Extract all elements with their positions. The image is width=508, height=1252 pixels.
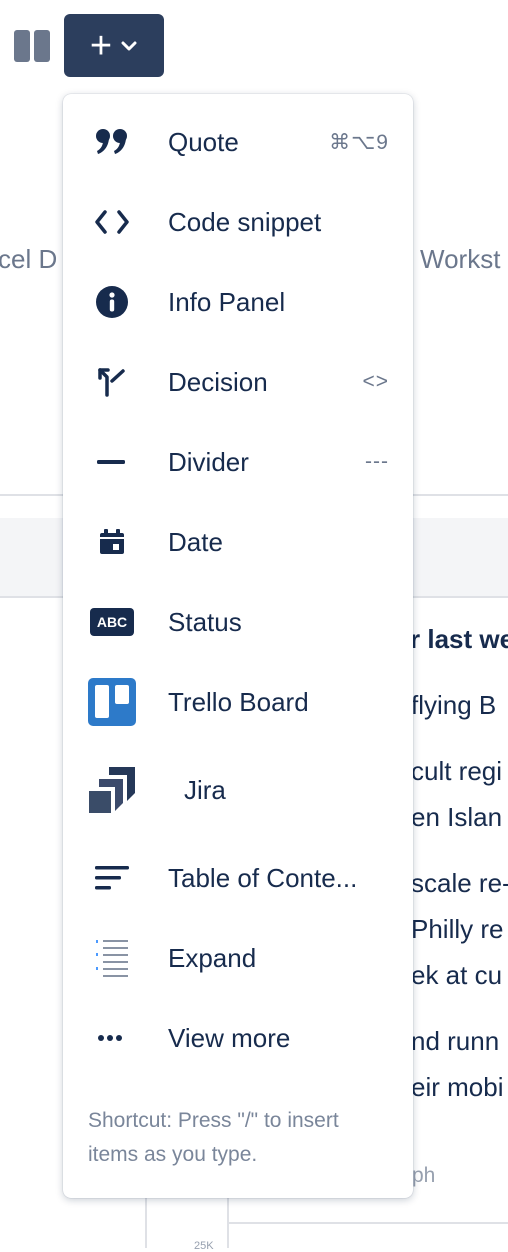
column-line: [145, 1196, 147, 1248]
menu-item-label: Table of Conte...: [168, 862, 358, 893]
background-text: flying B: [411, 690, 497, 720]
keyboard-shortcut: ---: [365, 450, 389, 473]
menu-item-date[interactable]: Date: [63, 502, 413, 582]
background-text: cult regi: [411, 756, 503, 786]
insert-menu: Quote ⌘⌥9 Code snippet Info Panel Decisi…: [63, 94, 413, 1198]
status-badge: ABC: [90, 608, 134, 636]
background-text: Philly re: [411, 914, 504, 944]
menu-item-label: Quote: [168, 126, 239, 157]
menu-item-label: Decision: [168, 366, 268, 397]
menu-item-label: Info Panel: [168, 286, 286, 317]
menu-item-label: View more: [168, 1022, 291, 1053]
menu-item-code-snippet[interactable]: Code snippet: [63, 182, 413, 262]
expand-icon: [87, 933, 137, 983]
more-icon: [87, 1013, 137, 1063]
menu-shortcut-hint: Shortcut: Press "/" to insert items as y…: [88, 1109, 339, 1166]
layout-columns-icon: [34, 30, 50, 62]
table-of-contents-icon: [87, 853, 137, 903]
menu-item-table-of-contents[interactable]: Table of Conte...: [63, 838, 413, 918]
keyboard-shortcut: ⌘⌥9: [329, 130, 389, 154]
background-text: en Islan: [411, 802, 503, 832]
background-text: r last we: [410, 624, 508, 654]
background-heading-left: cel D: [0, 244, 58, 274]
menu-item-status[interactable]: ABC Status: [63, 582, 413, 662]
menu-item-label: Trello Board: [168, 686, 309, 717]
menu-item-view-more[interactable]: View more: [63, 998, 413, 1078]
layout-columns-button[interactable]: [14, 30, 50, 62]
menu-item-expand[interactable]: Expand: [63, 918, 413, 998]
quote-icon: [87, 117, 137, 167]
menu-item-label: Expand: [168, 942, 257, 973]
menu-item-label: Date: [168, 526, 223, 557]
menu-item-jira[interactable]: Jira: [63, 748, 413, 832]
menu-item-divider[interactable]: Divider ---: [63, 422, 413, 502]
menu-item-info-panel[interactable]: Info Panel: [63, 262, 413, 342]
menu-item-label: Status: [168, 606, 242, 637]
insert-button[interactable]: +: [64, 14, 164, 77]
menu-item-quote[interactable]: Quote ⌘⌥9: [63, 102, 413, 182]
code-icon: [87, 197, 137, 247]
decision-icon: [87, 357, 137, 407]
background-heading-right: Workst: [420, 244, 501, 274]
plus-icon: +: [89, 24, 113, 67]
background-text: ph: [412, 1164, 436, 1187]
menu-item-label: Divider: [168, 446, 249, 477]
background-text: eir mobi: [411, 1072, 504, 1102]
trello-icon: [87, 677, 137, 727]
divider-icon: [87, 437, 137, 487]
menu-item-label: Jira: [184, 774, 226, 805]
background-text: nd runn: [411, 1026, 500, 1056]
menu-item-label: Code snippet: [168, 206, 322, 237]
menu-item-decision[interactable]: Decision <>: [63, 342, 413, 422]
keyboard-shortcut: <>: [362, 370, 389, 393]
chevron-down-icon: [121, 41, 137, 50]
background-text: ek at cu: [411, 960, 503, 990]
layout-columns-icon: [14, 30, 30, 62]
jira-icon: [87, 765, 137, 815]
axis-tick-label: 25K: [194, 1240, 214, 1252]
menu-item-trello-board[interactable]: Trello Board: [63, 662, 413, 742]
info-icon: [87, 277, 137, 327]
chart-baseline: [228, 1222, 508, 1224]
calendar-icon: [87, 517, 137, 567]
background-text: scale re-: [411, 868, 508, 898]
status-icon: ABC: [87, 597, 137, 647]
